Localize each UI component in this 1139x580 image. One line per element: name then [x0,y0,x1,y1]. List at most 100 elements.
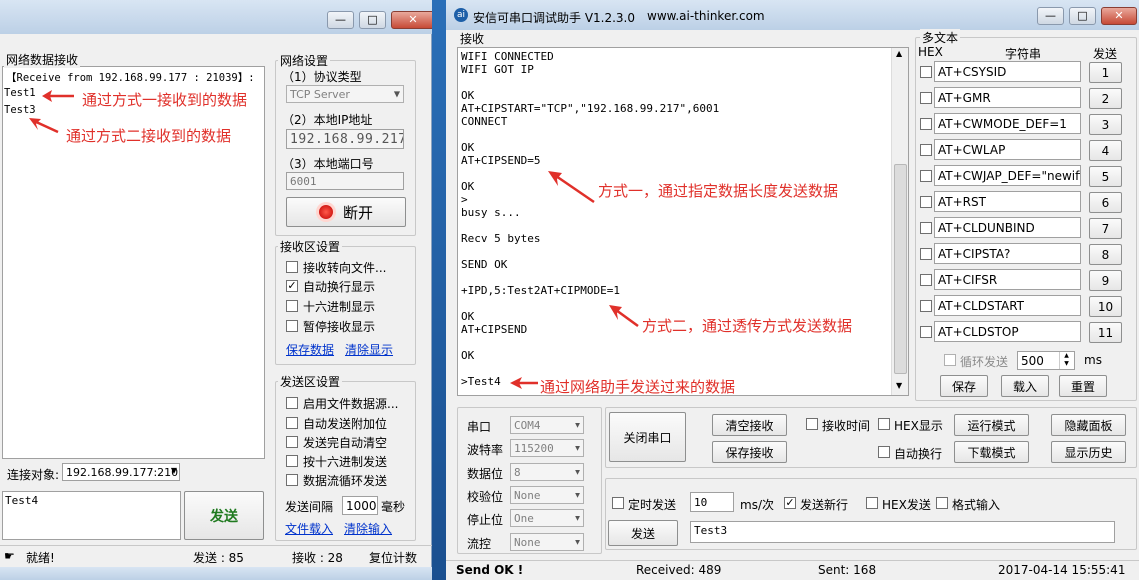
multi-text-field[interactable]: AT+CIPSTA? [934,243,1081,264]
multi-text-field[interactable]: AT+CLDSTART [934,295,1081,316]
serial-setting-select[interactable]: None ▼ [510,533,584,551]
download-mode-button[interactable]: 下载模式 [954,441,1029,463]
multi-hex-checkbox[interactable] [920,274,932,286]
save-data-link[interactable]: 保存数据 [286,341,334,358]
timed-send-checkbox[interactable] [612,497,624,509]
left-minimize-button[interactable]: — [327,11,354,29]
disconnect-button[interactable]: 断开 [286,197,406,227]
multi-hex-checkbox[interactable] [920,222,932,234]
multi-hex-checkbox[interactable] [920,92,932,104]
multi-reset-button[interactable]: 重置 [1059,375,1107,397]
auto-wrap-checkbox-right[interactable] [878,446,890,458]
multi-send-button[interactable]: 3 [1089,114,1122,135]
left-maximize-button[interactable]: □ [359,11,386,29]
multi-text-field[interactable]: AT+CLDSTOP [934,321,1081,342]
multi-hex-checkbox[interactable] [920,196,932,208]
recv-time-checkbox[interactable] [806,418,818,430]
multi-text-field[interactable]: AT+CWMODE_DEF=1 [934,113,1081,134]
loop-send-checkbox-right[interactable] [944,354,956,366]
ip-field[interactable]: 192.168.99.217 [286,129,404,149]
multi-hex-checkbox[interactable] [920,144,932,156]
multi-hex-checkbox[interactable] [920,66,932,78]
multi-send-button[interactable]: 5 [1089,166,1122,187]
multi-hex-checkbox[interactable] [920,118,932,130]
format-input-checkbox[interactable] [936,497,948,509]
multi-send-button[interactable]: 9 [1089,270,1122,291]
loop-send-checkbox[interactable] [286,474,298,486]
multi-hex-checkbox[interactable] [920,248,932,260]
multi-hex-checkbox[interactable] [920,300,932,312]
clear-recv-button[interactable]: 清空接收 [712,414,787,436]
file-source-checkbox[interactable] [286,397,298,409]
multi-send-button[interactable]: 4 [1089,140,1122,161]
close-port-button[interactable]: 关闭串口 [609,412,686,462]
right-recv-textarea[interactable]: WIFI CONNECTED WIFI GOT IP OK AT+CIPSTART="… [457,47,909,396]
hex-display-checkbox[interactable] [286,300,298,312]
multi-send-button[interactable]: 8 [1089,244,1122,265]
run-mode-button[interactable]: 运行模式 [954,414,1029,436]
chevron-down-icon: ▼ [393,89,400,99]
pause-recv-checkbox[interactable] [286,320,298,332]
serial-setting-value: One [514,511,534,525]
save-recv-button[interactable]: 保存接收 [712,441,787,463]
multi-text-field[interactable]: AT+GMR [934,87,1081,108]
scroll-down-icon[interactable]: ▼ [896,381,902,390]
protocol-select[interactable]: TCP Server ▼ [286,85,404,103]
show-history-button[interactable]: 显示历史 [1051,441,1126,463]
serial-setting-select[interactable]: None ▼ [510,486,584,504]
multi-load-button[interactable]: 载入 [1001,375,1049,397]
multi-text-field[interactable]: AT+CLDUNBIND [934,217,1081,238]
multi-send-button[interactable]: 6 [1089,192,1122,213]
right-minimize-button[interactable]: — [1037,7,1064,25]
file-load-link[interactable]: 文件载入 [285,520,333,537]
multi-text-field[interactable]: AT+CWJAP_DEF="newifi_ [934,165,1081,186]
recv-scrollbar[interactable]: ▲ ▼ [891,48,908,395]
reset-count-button[interactable]: 复位计数 [369,549,417,566]
hex-send-checkbox[interactable] [286,455,298,467]
hex-send-checkbox-right[interactable] [866,497,878,509]
multi-send-button[interactable]: 2 [1089,88,1122,109]
right-maximize-button[interactable]: □ [1069,7,1096,25]
auto-append-checkbox[interactable] [286,417,298,429]
serial-setting-select[interactable]: 115200 ▼ [510,439,584,457]
right-close-button[interactable]: ✕ [1101,7,1137,25]
clear-display-link[interactable]: 清除显示 [345,341,393,358]
serial-setting-select[interactable]: One ▼ [510,509,584,527]
port-field[interactable]: 6001 [286,172,404,190]
scroll-thumb[interactable] [894,164,907,374]
send-textarea[interactable]: Test4 [2,491,181,540]
hex-display-checkbox-right[interactable] [878,418,890,430]
serial-setting-select[interactable]: 8 ▼ [510,463,584,481]
multi-hex-checkbox[interactable] [920,326,932,338]
serial-setting-select[interactable]: COM4 ▼ [510,416,584,434]
auto-clear-checkbox[interactable] [286,436,298,448]
multi-send-button[interactable]: 1 [1089,62,1122,83]
serial-send-input[interactable]: Test3 [690,521,1115,543]
multi-hex-checkbox[interactable] [920,170,932,182]
send-text: Test4 [5,494,39,507]
format-input-label: 格式输入 [952,498,1001,512]
multi-text-field[interactable]: AT+CWLAP [934,139,1081,160]
multi-text-field[interactable]: AT+CSYSID [934,61,1081,82]
recv-to-file-checkbox[interactable] [286,261,298,273]
scroll-up-icon[interactable]: ▲ [896,49,902,58]
interval-field[interactable]: 1000 [342,496,378,515]
send-newline-checkbox[interactable]: ✓ [784,497,796,509]
left-close-button[interactable]: ✕ [391,11,435,29]
serial-setting-value: 8 [514,465,521,479]
multi-send-button[interactable]: 7 [1089,218,1122,239]
timed-interval-field[interactable]: 10 [690,492,734,512]
clear-input-link[interactable]: 清除输入 [344,520,392,537]
loop-spinner[interactable]: ▲ ▼ [1059,352,1073,369]
multi-send-button[interactable]: 11 [1089,322,1122,343]
multi-send-button[interactable]: 10 [1089,296,1122,317]
status-time: 2017-04-14 15:55:41 [998,563,1126,577]
auto-wrap-checkbox[interactable]: ✓ [286,280,298,292]
hide-panel-button[interactable]: 隐藏面板 [1051,414,1126,436]
multi-save-button[interactable]: 保存 [940,375,988,397]
target-select[interactable]: 192.168.99.177:210 ▼ [62,463,180,481]
serial-send-button[interactable]: 发送 [608,520,678,546]
send-button[interactable]: 发送 [184,491,264,540]
multi-text-field[interactable]: AT+CIFSR [934,269,1081,290]
multi-text-field[interactable]: AT+RST [934,191,1081,212]
